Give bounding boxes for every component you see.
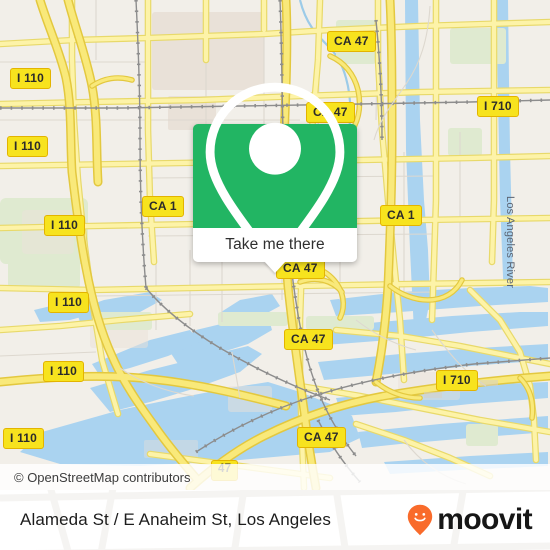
road-shield: I 110 [48, 292, 90, 313]
road-shield: CA 47 [297, 427, 346, 448]
road-shield: I 110 [43, 361, 85, 382]
road-shield: CA 1 [142, 196, 184, 217]
road-shield: I 710 [477, 96, 519, 117]
osm-attribution: © OpenStreetMap contributors [0, 464, 550, 490]
road-shield: I 710 [436, 370, 478, 391]
moovit-pin-smile-icon [408, 504, 433, 536]
take-me-there-label: Take me there [225, 236, 325, 253]
map-pin-icon [205, 82, 345, 270]
water-label-los-angeles-river: Los Angeles River [504, 196, 516, 289]
location-title: Alameda St / E Anaheim St, Los Angeles [20, 510, 331, 529]
map-canvas[interactable]: .w { fill:#aad3f0; } .pk { fill:#dfead0;… [0, 0, 550, 490]
footer-bar: Alameda St / E Anaheim St, Los Angeles m… [0, 490, 550, 550]
popup-header [193, 82, 357, 270]
osm-attribution-text: © OpenStreetMap contributors [14, 469, 191, 485]
road-shield: I 110 [10, 68, 52, 89]
popup-tail [264, 261, 286, 273]
road-shield: I 110 [7, 136, 49, 157]
popup-footer[interactable]: Take me there [193, 228, 357, 273]
road-shield: I 110 [3, 428, 45, 449]
road-shield: I 110 [44, 215, 86, 236]
road-shield: CA 1 [380, 205, 422, 226]
location-popup[interactable]: Take me there [193, 82, 357, 273]
map-screen: .w { fill:#aad3f0; } .pk { fill:#dfead0;… [0, 0, 550, 550]
moovit-wordmark: moovit [437, 503, 532, 536]
moovit-logo: moovit [407, 503, 533, 536]
